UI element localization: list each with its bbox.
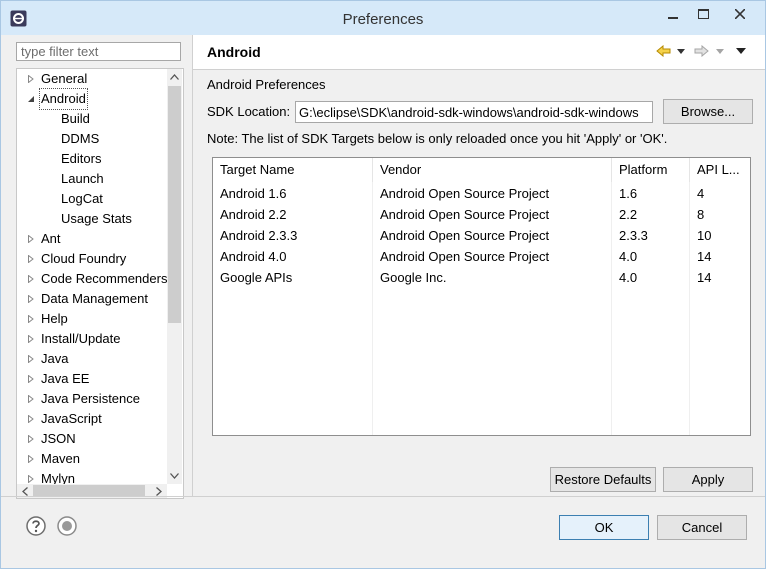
tree-item-label: Editors	[61, 151, 102, 166]
platform-cell: 4.0	[619, 249, 638, 264]
tree-item-label: Mylyn	[41, 471, 75, 484]
forward-arrow-icon[interactable]	[693, 44, 709, 58]
platform-cell: 2.3.3	[619, 228, 648, 243]
window-title: Preferences	[342, 11, 424, 28]
minimize-icon	[668, 17, 678, 19]
sdk-location-label: SDK Location:	[207, 104, 291, 119]
api-level-cell: 8	[697, 207, 705, 222]
vendor-cell: Android Open Source Project	[380, 228, 550, 243]
preferences-window: Preferences General Android	[0, 0, 766, 569]
title-bar[interactable]: Preferences	[1, 1, 765, 35]
vertical-scroll-thumb[interactable]	[168, 86, 181, 323]
tree-vertical-scrollbar[interactable]	[167, 69, 182, 484]
tree-item-label: Help	[41, 311, 68, 326]
expand-arrow-icon[interactable]	[25, 389, 37, 409]
forward-dropdown-icon[interactable]	[715, 44, 725, 58]
tree-item-label: Code Recommenders	[41, 271, 167, 286]
dialog-content: General Android Build DDMS Editors Launc…	[1, 35, 765, 568]
close-icon	[735, 9, 745, 19]
target-name-cell: Android 2.2	[220, 207, 287, 222]
section-label: Android Preferences	[207, 77, 326, 92]
tree-item-label: Cloud Foundry	[41, 251, 127, 266]
target-name-cell: Android 1.6	[220, 186, 287, 201]
tree-item-label: DDMS	[61, 131, 100, 146]
expand-arrow-icon[interactable]	[25, 289, 37, 309]
pane-divider	[192, 35, 193, 496]
tree-item-label: JSON	[41, 431, 76, 446]
expand-arrow-icon[interactable]	[25, 409, 37, 429]
expand-arrow-icon[interactable]	[25, 249, 37, 269]
expand-arrow-icon[interactable]	[25, 309, 37, 329]
platform-cell: 4.0	[619, 270, 638, 285]
apply-button[interactable]: Apply	[663, 467, 753, 492]
tree-item-label: LogCat	[61, 191, 103, 206]
back-arrow-icon[interactable]	[655, 44, 671, 58]
target-name-cell: Google APIs	[220, 270, 293, 285]
expand-arrow-icon[interactable]	[25, 229, 37, 249]
column-header-vendor[interactable]: Vendor	[373, 158, 612, 182]
api-level-cell: 10	[697, 228, 712, 243]
vendor-cell: Android Open Source Project	[380, 186, 550, 201]
column-header-target-name[interactable]: Target Name	[213, 158, 373, 182]
sdk-targets-table[interactable]: Target Name Vendor Platform API L... And…	[212, 157, 751, 436]
filter-input[interactable]	[16, 42, 181, 61]
page-header: Android	[193, 35, 765, 70]
tree-item-label: Usage Stats	[61, 211, 132, 226]
maximize-button[interactable]	[688, 4, 718, 24]
tree-item-label: Launch	[61, 171, 104, 186]
expand-arrow-icon[interactable]	[25, 69, 37, 89]
expand-arrow-icon[interactable]	[25, 269, 37, 289]
tree-item-label: Install/Update	[41, 331, 121, 346]
maximize-icon	[697, 9, 709, 19]
ok-button[interactable]: OK	[559, 515, 649, 540]
expand-arrow-icon[interactable]	[25, 349, 37, 369]
column-header-api-level[interactable]: API L...	[690, 158, 748, 182]
scroll-up-arrow-icon[interactable]	[167, 69, 182, 85]
button-bar-divider	[1, 496, 765, 497]
close-button[interactable]	[718, 4, 762, 24]
reload-note: Note: The list of SDK Targets below is o…	[207, 131, 668, 146]
expand-arrow-icon[interactable]	[25, 369, 37, 389]
column-header-platform[interactable]: Platform	[612, 158, 690, 182]
restore-defaults-button[interactable]: Restore Defaults	[550, 467, 656, 492]
tree-item-label: Java	[41, 351, 69, 366]
api-level-cell: 4	[697, 186, 705, 201]
preferences-tree[interactable]: General Android Build DDMS Editors Launc…	[16, 68, 184, 499]
scroll-down-arrow-icon[interactable]	[167, 468, 182, 484]
tree-item-label: Ant	[41, 231, 61, 246]
help-icon[interactable]	[26, 516, 46, 536]
tree-item-label: General	[41, 71, 88, 86]
vendor-cell: Android Open Source Project	[380, 249, 550, 264]
tree-item-label: Maven	[41, 451, 81, 466]
expand-arrow-icon[interactable]	[25, 329, 37, 349]
tree-item-label: Java Persistence	[41, 391, 140, 406]
api-level-cell: 14	[697, 270, 712, 285]
minimize-button[interactable]	[658, 4, 688, 24]
tree-item-label: Build	[61, 111, 90, 126]
target-name-cell: Android 4.0	[220, 249, 287, 264]
tree-item-label: Data Management	[41, 291, 148, 306]
expand-arrow-icon[interactable]	[25, 469, 37, 484]
back-dropdown-icon[interactable]	[676, 44, 686, 58]
sdk-location-input[interactable]	[295, 101, 653, 123]
page-title: Android	[207, 44, 261, 60]
api-level-cell: 14	[697, 249, 712, 264]
browse-button[interactable]: Browse...	[663, 99, 753, 124]
expand-arrow-icon[interactable]	[25, 449, 37, 469]
expand-arrow-icon[interactable]	[25, 429, 37, 449]
import-export-icon[interactable]	[57, 516, 77, 536]
cancel-button[interactable]: Cancel	[657, 515, 747, 540]
tree-item-label: Java EE	[41, 371, 90, 386]
target-name-cell: Android 2.3.3	[220, 228, 298, 243]
vendor-cell: Android Open Source Project	[380, 207, 550, 222]
vendor-cell: Google Inc.	[380, 270, 447, 285]
tree-item-label: Android	[39, 88, 88, 110]
view-menu-icon[interactable]	[735, 44, 747, 58]
tree-rows: General Android Build DDMS Editors Launc…	[17, 69, 167, 484]
collapse-arrow-icon[interactable]	[25, 89, 37, 109]
platform-cell: 1.6	[619, 186, 638, 201]
platform-cell: 2.2	[619, 207, 638, 222]
tree-item-label: JavaScript	[41, 411, 102, 426]
